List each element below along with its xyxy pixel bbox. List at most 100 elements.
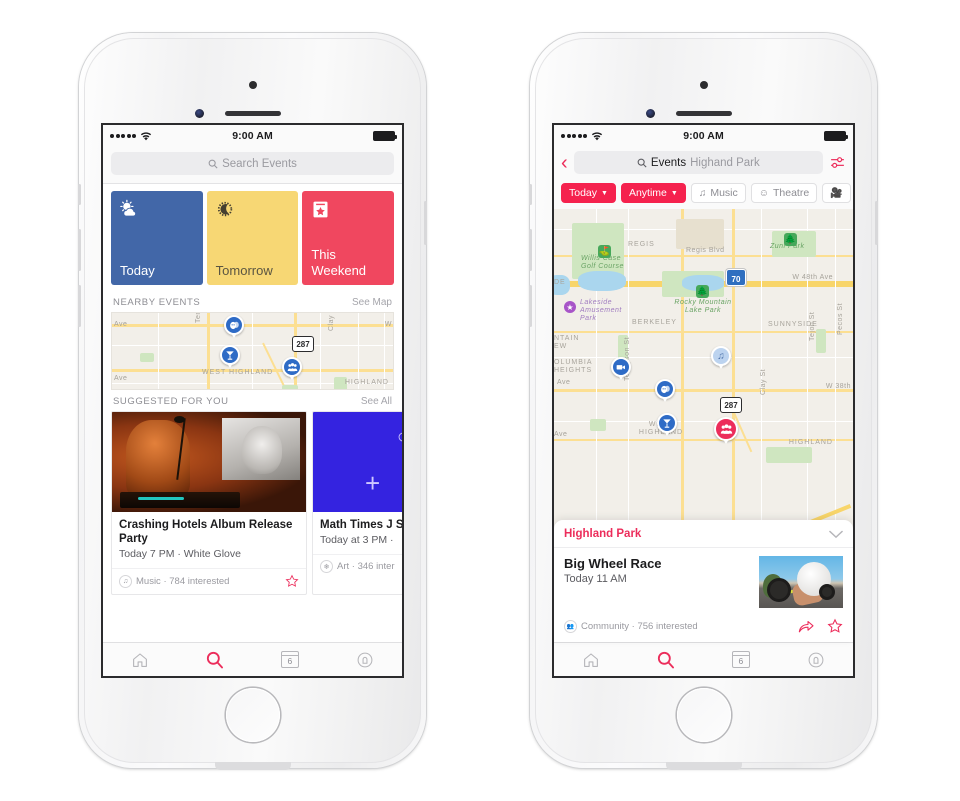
event-card-subtitle: Today at 3 PM · [320,534,394,547]
search-input-location[interactable]: Events Highand Park [573,151,823,174]
event-card-meta-text: Art · 346 inter [337,561,395,573]
film-camera-icon [616,365,625,370]
route-shield-287: 287 [720,397,742,413]
search-location-text: Highand Park [690,156,760,169]
map-label-ave-2: Ave [554,431,568,438]
map-label-mountain-view: NTAIN EW [554,335,580,351]
tab-search[interactable] [629,650,704,670]
ticket-star-icon [313,201,328,218]
map-pin-community[interactable] [282,357,302,380]
tab-bar-left: 6 [103,642,402,676]
park-marker-icon: 🌲 [784,233,797,246]
search-input-events[interactable]: Search Events [111,152,394,175]
chip-today[interactable]: Today ▼ [561,183,616,203]
chevron-down-icon[interactable] [829,530,843,539]
volume-up-button-right[interactable] [529,229,532,271]
battery-icon-left [373,131,398,141]
search-header-right: ‹ Events Highand Park [554,147,853,180]
power-button-left[interactable] [424,201,427,245]
star-outline-icon[interactable] [827,618,843,634]
sheet-location-title: Highland Park [564,528,642,540]
see-all-link[interactable]: See All [361,396,392,407]
sliders-icon[interactable] [829,154,846,171]
amusement-marker-icon: ★ [564,301,576,313]
mute-switch-left[interactable] [78,184,81,205]
tile-today[interactable]: Today [111,191,203,285]
suggested-cards-list[interactable]: Crashing Hotels Album Release Party Toda… [103,411,402,596]
back-chevron-icon[interactable]: ‹ [561,153,568,173]
sheet-event-meta-text: Community · 756 interested [581,620,698,632]
tab-bar-right: 6 [554,642,853,676]
event-detail-sheet[interactable]: Highland Park Big Wheel Race Today 11 AM [554,520,853,642]
home-icon [133,652,148,667]
map-label-clay: Clay St [760,368,767,395]
chip-music[interactable]: ♫ Music [690,183,746,203]
home-button-right[interactable] [676,688,731,742]
sheet-event-row[interactable]: Big Wheel Race Today 11 AM [554,548,853,612]
suggested-title: SUGGESTED FOR YOU [113,396,229,407]
chip-theatre-label: Theatre [772,187,810,199]
tab-home[interactable] [103,651,178,669]
search-placeholder-text: Search Events [222,157,297,170]
map-pin-theatre[interactable] [655,379,675,402]
map-label-de: DE [554,279,566,286]
share-arrow-icon[interactable] [798,619,814,634]
map-label-highland: HIGHLAND [788,439,833,446]
film-camera-icon: 🎥 [830,187,843,199]
tile-tomorrow[interactable]: Tomorrow [206,191,299,285]
nearby-events-map[interactable]: Ave Ave W Tennyson St Clay St WEST HIGHL… [111,312,394,390]
tile-weekend-label: This Weekend [311,247,367,278]
tab-profile[interactable] [327,651,402,669]
suggested-header: SUGGESTED FOR YOU See All [103,390,402,411]
search-query-text: Events [650,156,687,169]
volume-down-button-left[interactable] [78,285,81,327]
wifi-icon [140,131,152,140]
tab-home[interactable] [554,651,629,669]
mute-switch-right[interactable] [529,184,532,205]
tab-profile[interactable] [778,651,853,669]
sheet-event-time: Today 11 AM [564,573,627,585]
theatre-masks-icon [229,321,239,329]
event-card-math-times[interactable]: ○ + − Math Times J Studio Today at 3 PM … [312,411,402,596]
star-outline-icon[interactable] [285,574,299,588]
status-time-left: 9:00 AM [232,130,273,142]
home-button-left[interactable] [225,688,280,742]
chip-music-label: Music [710,187,738,199]
map-label-tennyson: Tennyson St [195,313,202,323]
park-marker-icon: 🌲 [696,285,709,298]
chip-theatre[interactable]: ☺ Theatre [750,183,818,203]
power-button-right[interactable] [875,201,878,245]
results-map[interactable]: REGIS Regis Blvd Zuni Park Willis Case G… [554,209,853,529]
filter-chips-row[interactable]: Today ▼ Anytime ▼ ♫ Music ☺ Theatre 🎥 [554,180,853,209]
map-label-berkeley: BERKELEY [632,319,677,326]
screenshot-stage: 9:00 AM Search Events Today Tomorrow Thi… [0,0,960,801]
map-pin-film[interactable] [611,357,631,380]
earpiece-speaker-right [675,111,732,116]
tab-search[interactable] [178,650,253,670]
sheet-header[interactable]: Highland Park [554,520,853,548]
chip-anytime[interactable]: Anytime ▼ [620,183,686,203]
map-pin-drink[interactable] [657,413,677,436]
community-icon: 👥 [564,619,577,633]
sun-cloud-icon [120,199,137,217]
volume-up-button-left[interactable] [78,229,81,271]
event-card-crashing-hotels[interactable]: Crashing Hotels Album Release Party Toda… [111,411,307,596]
map-pin-community-active[interactable] [714,417,738,444]
see-map-link[interactable]: See Map [352,297,392,308]
tab-calendar[interactable]: 6 [253,651,328,668]
wifi-icon [591,131,603,140]
search-icon [207,651,224,668]
proximity-sensor-left [194,109,204,118]
tile-this-weekend[interactable]: This Weekend [302,191,395,285]
volume-down-button-right[interactable] [529,285,532,327]
map-label-clay: Clay St [328,312,335,331]
map-label-highland: HIGHLAND [344,379,389,386]
signal-strength-icon [110,134,136,138]
map-pin-theatre[interactable] [224,315,244,338]
map-pin-music[interactable]: ♫ [711,346,731,369]
battery-icon-right [824,131,849,141]
chip-film[interactable]: 🎥 [822,183,851,203]
chip-today-label: Today [569,187,598,199]
map-pin-drink[interactable] [220,345,240,368]
tab-calendar[interactable]: 6 [704,651,779,668]
